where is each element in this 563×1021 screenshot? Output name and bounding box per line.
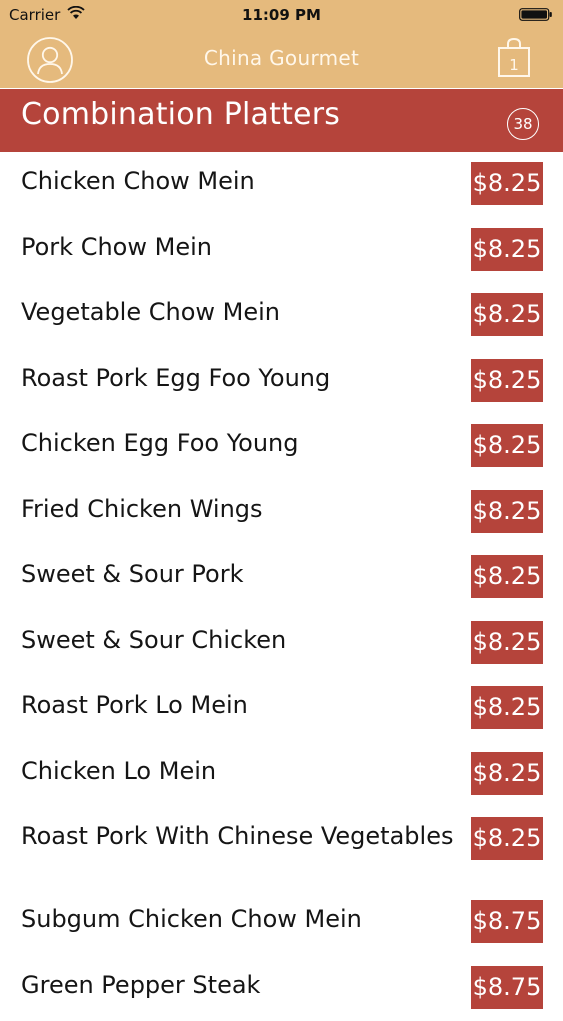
category-title: Combination Platters [21,97,340,132]
menu-item[interactable]: Pork Chow Mein $8.25 [0,218,563,284]
item-name: Subgum Chicken Chow Mein [21,906,461,932]
price-button[interactable]: $8.25 [471,359,543,402]
menu-item[interactable]: Chicken Chow Mein $8.25 [0,152,563,218]
category-count-badge: 38 [507,108,539,140]
price-button[interactable]: $8.25 [471,817,543,860]
menu-item[interactable]: Roast Pork Egg Foo Young $8.25 [0,349,563,415]
item-name: Chicken Egg Foo Young [21,430,461,456]
app-title: China Gourmet [0,46,563,70]
item-name: Roast Pork Egg Foo Young [21,365,461,391]
status-time: 11:09 PM [0,6,563,24]
status-bar: Carrier 11:09 PM [0,0,563,30]
item-name: Roast Pork With Chinese Vegetables [21,823,461,849]
battery-icon [519,8,553,21]
menu-item[interactable]: Sweet & Sour Pork $8.25 [0,545,563,611]
price-button[interactable]: $8.25 [471,228,543,271]
menu-list: Chicken Chow Mein $8.25 Pork Chow Mein $… [0,152,563,1021]
price-button[interactable]: $8.25 [471,555,543,598]
item-name: Chicken Chow Mein [21,168,461,194]
menu-item[interactable]: Chicken Egg Foo Young $8.25 [0,414,563,480]
item-name: Green Pepper Steak [21,972,461,998]
price-button[interactable]: $8.25 [471,621,543,664]
item-name: Fried Chicken Wings [21,496,461,522]
price-button[interactable]: $8.75 [471,900,543,943]
menu-item[interactable]: Roast Pork Lo Mein $8.25 [0,676,563,742]
item-name: Chicken Lo Mein [21,758,461,784]
menu-item[interactable]: Vegetable Chow Mein $8.25 [0,283,563,349]
price-button[interactable]: $8.75 [471,966,543,1009]
menu-item[interactable]: Fried Chicken Wings $8.25 [0,480,563,546]
menu-item[interactable]: Chicken Lo Mein $8.25 [0,742,563,808]
cart-count: 1 [509,56,519,74]
price-button[interactable]: $8.25 [471,424,543,467]
menu-item[interactable]: Subgum Chicken Chow Mein $8.75 [0,890,563,956]
item-name: Sweet & Sour Chicken [21,627,461,653]
category-header: Combination Platters 38 [0,89,563,152]
menu-item[interactable]: Roast Pork With Chinese Vegetables $8.25 [0,807,563,890]
price-button[interactable]: $8.25 [471,162,543,205]
price-button[interactable]: $8.25 [471,752,543,795]
item-name: Vegetable Chow Mein [21,299,461,325]
shopping-bag-icon[interactable]: 1 [497,38,531,78]
price-button[interactable]: $8.25 [471,686,543,729]
price-button[interactable]: $8.25 [471,490,543,533]
menu-item[interactable]: Sweet & Sour Chicken $8.25 [0,611,563,677]
price-button[interactable]: $8.25 [471,293,543,336]
menu-item[interactable]: Green Pepper Steak $8.75 [0,956,563,1021]
navigation-bar: China Gourmet 1 [0,30,563,88]
item-name: Roast Pork Lo Mein [21,692,461,718]
item-name: Pork Chow Mein [21,234,461,260]
item-name: Sweet & Sour Pork [21,561,461,587]
